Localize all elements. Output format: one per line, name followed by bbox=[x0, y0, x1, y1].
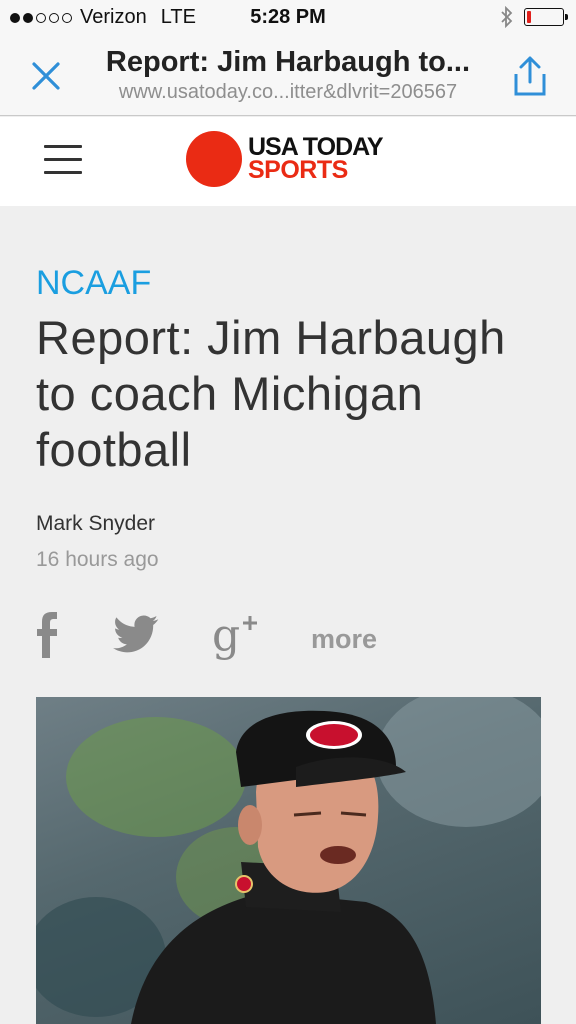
usa-today-sports-logo[interactable]: USA TODAY SPORTS bbox=[186, 131, 384, 187]
article-timestamp: 16 hours ago bbox=[36, 548, 159, 571]
logo-circle bbox=[186, 131, 242, 187]
share-row: g more bbox=[36, 610, 542, 670]
site-header: USA TODAY SPORTS bbox=[0, 117, 576, 206]
hamburger-menu-icon[interactable] bbox=[44, 145, 82, 177]
facebook-icon[interactable] bbox=[36, 610, 58, 658]
article-category[interactable]: NCAAF bbox=[36, 264, 151, 303]
page-info[interactable]: Report: Jim Harbaugh to... www.usatoday.… bbox=[90, 46, 486, 104]
close-button[interactable] bbox=[26, 56, 66, 96]
page-title: Report: Jim Harbaugh to... bbox=[105, 46, 471, 78]
logo-line-2: SPORTS bbox=[248, 156, 348, 184]
page-url: www.usatoday.co...itter&dlvrit=206567 bbox=[118, 81, 458, 103]
article-hero-image[interactable] bbox=[36, 697, 541, 1024]
article-author[interactable]: Mark Snyder bbox=[36, 512, 155, 536]
share-icon bbox=[514, 56, 546, 96]
bluetooth-icon bbox=[501, 6, 513, 28]
browser-bar: Report: Jim Harbaugh to... www.usatoday.… bbox=[0, 36, 576, 116]
clock: 5:28 PM bbox=[250, 6, 326, 28]
coach-photo bbox=[36, 697, 541, 1024]
share-button[interactable] bbox=[508, 52, 552, 100]
battery-icon bbox=[524, 8, 568, 26]
twitter-icon[interactable] bbox=[112, 610, 160, 658]
status-bar: Verizon LTE 5:28 PM bbox=[0, 0, 576, 36]
close-icon bbox=[32, 62, 60, 90]
article-headline: Report: Jim Harbaugh to coach Michigan f… bbox=[36, 311, 506, 476]
more-share-button[interactable]: more bbox=[311, 624, 377, 655]
svg-text:g: g bbox=[212, 610, 240, 661]
google-plus-icon[interactable]: g bbox=[212, 610, 264, 662]
